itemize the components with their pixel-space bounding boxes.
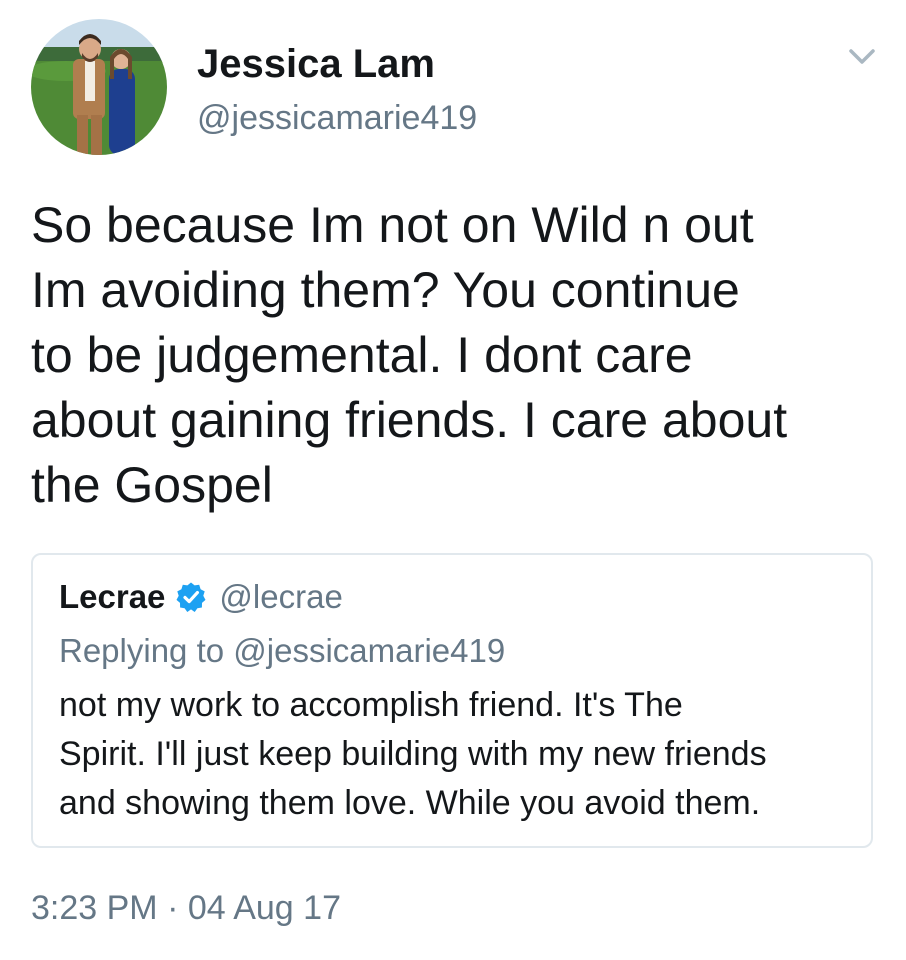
quoted-tweet-text: not my work to accomplish friend. It's T… <box>59 686 767 822</box>
avatar[interactable] <box>31 19 167 155</box>
verified-badge-icon <box>175 581 207 613</box>
quoted-display-name: Lecrae <box>59 578 166 615</box>
display-name[interactable]: Jessica Lam <box>197 40 435 88</box>
quoted-tweet-header: Lecrae @lecrae <box>59 575 343 619</box>
replying-to-label: Replying to @jessicamarie419 <box>59 632 506 669</box>
user-handle[interactable]: @jessicamarie419 <box>197 96 477 140</box>
quoted-handle: @lecrae <box>219 578 343 615</box>
tweet-timestamp[interactable]: 3:23 PM · 04 Aug 17 <box>31 886 341 930</box>
chevron-down-icon[interactable] <box>842 40 882 72</box>
avatar-photo <box>31 19 167 155</box>
tweet-text: So because Im not on Wild n out Im avoid… <box>31 197 788 513</box>
quoted-tweet-card[interactable]: Lecrae @lecrae Replying to @jessicamarie… <box>31 553 873 848</box>
